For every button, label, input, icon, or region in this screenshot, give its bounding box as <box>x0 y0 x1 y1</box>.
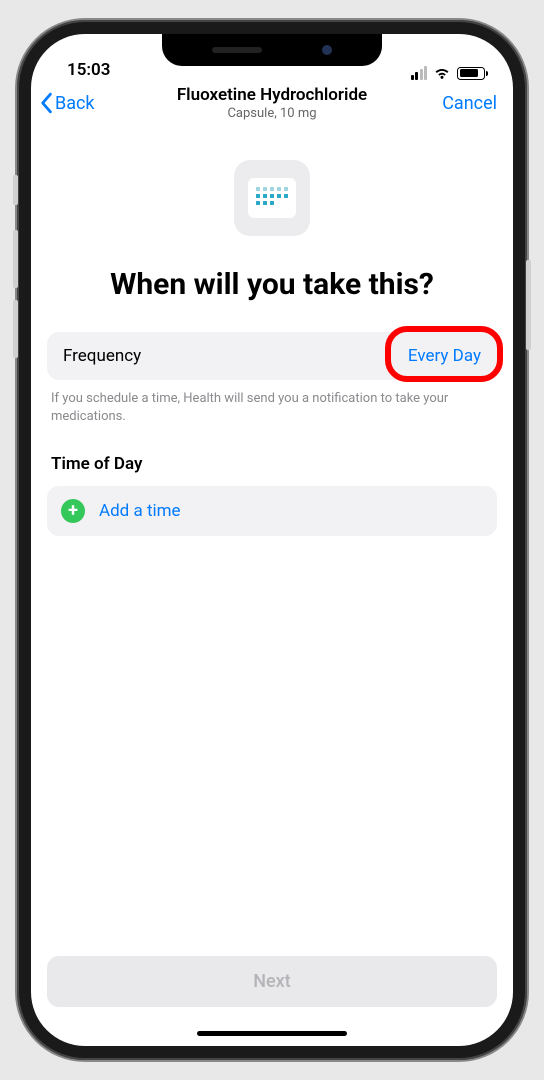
screen: 15:03 Back Fluoxetine Hydroch <box>31 34 513 1046</box>
phone-frame: 15:03 Back Fluoxetine Hydroch <box>17 20 527 1060</box>
frequency-value: Every Day <box>408 346 481 366</box>
time-section-title: Time of Day <box>51 454 493 474</box>
volume-down <box>13 300 18 358</box>
content: When will you take this? Frequency Every… <box>31 122 513 940</box>
plus-icon: + <box>61 499 85 523</box>
status-time: 15:03 <box>67 60 110 80</box>
frequency-help-text: If you schedule a time, Health will send… <box>51 390 493 426</box>
home-indicator[interactable] <box>197 1031 347 1036</box>
footer: Next <box>31 940 513 1023</box>
cancel-button[interactable]: Cancel <box>442 93 497 114</box>
mute-switch <box>13 175 18 205</box>
page-subtitle: Capsule, 10 mg <box>177 106 367 121</box>
calendar-icon <box>234 160 310 236</box>
headline: When will you take this? <box>67 266 477 304</box>
add-time-label: Add a time <box>99 501 181 521</box>
next-button[interactable]: Next <box>47 956 497 1007</box>
chevron-left-icon <box>39 92 53 114</box>
notch <box>162 34 382 66</box>
page-title: Fluoxetine Hydrochloride <box>177 85 367 105</box>
nav-bar: Back Fluoxetine Hydrochloride Capsule, 1… <box>31 82 513 122</box>
frequency-label: Frequency <box>63 346 141 366</box>
battery-icon <box>457 67 485 80</box>
nav-title-group: Fluoxetine Hydrochloride Capsule, 10 mg <box>177 85 367 121</box>
wifi-icon <box>433 66 451 80</box>
back-button[interactable]: Back <box>39 92 95 114</box>
power-button <box>526 260 531 350</box>
volume-up <box>13 230 18 288</box>
frequency-row[interactable]: Frequency Every Day <box>47 332 497 380</box>
back-label: Back <box>55 93 95 114</box>
status-indicators <box>411 66 486 80</box>
add-time-button[interactable]: + Add a time <box>47 486 497 536</box>
cellular-icon <box>411 66 428 80</box>
